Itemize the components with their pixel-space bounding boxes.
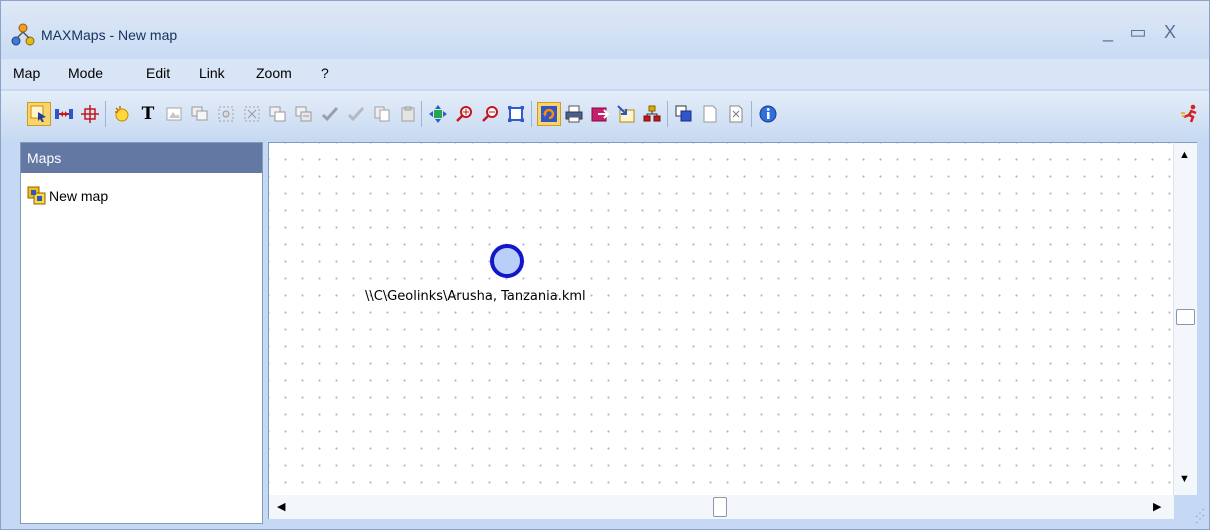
menu-mode[interactable]: Mode <box>68 65 103 81</box>
menu-zoom[interactable]: Zoom <box>256 65 292 81</box>
horizontal-scroll-thumb[interactable] <box>713 497 727 517</box>
move-mode-icon[interactable] <box>79 103 101 125</box>
map-node-circle[interactable] <box>490 244 524 278</box>
toolbar-separator <box>105 101 106 127</box>
menu-bar <box>1 59 1209 89</box>
new-node-icon[interactable] <box>111 103 133 125</box>
zoom-out-icon[interactable] <box>479 103 501 125</box>
app-logo-icon <box>11 23 35 46</box>
maps-panel: Maps New map <box>20 142 263 524</box>
select-area-icon[interactable] <box>241 103 263 125</box>
text-icon[interactable]: T <box>137 103 159 125</box>
maps-panel-header: Maps <box>21 143 262 173</box>
close-page-icon[interactable] <box>725 103 747 125</box>
check-icon[interactable] <box>319 103 341 125</box>
tree-item-new-map[interactable]: New map <box>27 186 108 206</box>
toolbar-separator <box>421 101 422 127</box>
select-all-icon[interactable] <box>215 103 237 125</box>
map-icon <box>27 186 46 205</box>
map-node-label[interactable]: \\C\Geolinks\Arusha, Tanzania.kml <box>365 289 586 304</box>
toolbar-separator <box>531 101 532 127</box>
tree-item-label: New map <box>49 188 109 204</box>
map-canvas[interactable]: \\C\Geolinks\Arusha, Tanzania.kml <box>268 142 1173 495</box>
close-button[interactable]: X <box>1158 21 1182 43</box>
paste-icon[interactable] <box>397 103 419 125</box>
hierarchy-icon[interactable] <box>641 103 663 125</box>
bring-front-icon[interactable] <box>673 103 695 125</box>
refresh-icon[interactable] <box>537 102 561 126</box>
copy-icon[interactable] <box>371 103 393 125</box>
vertical-scrollbar[interactable]: ▲ ▼ <box>1173 142 1197 495</box>
fit-to-window-icon[interactable] <box>427 103 449 125</box>
scroll-right-arrow[interactable]: ▶ <box>1153 500 1161 513</box>
resize-grip-icon[interactable]: ⋰ ⋰ <box>1195 509 1205 525</box>
scroll-left-arrow[interactable]: ◀ <box>277 500 285 513</box>
scroll-down-arrow[interactable]: ▼ <box>1179 473 1190 485</box>
app-window: MAXMaps - New map _ ▭ X Map Mode Edit Li… <box>0 0 1210 530</box>
actual-size-icon[interactable] <box>505 103 527 125</box>
scroll-up-arrow[interactable]: ▲ <box>1179 149 1190 161</box>
export-icon[interactable] <box>589 103 611 125</box>
minimize-button[interactable]: _ <box>1096 21 1120 43</box>
run-icon[interactable] <box>1179 103 1201 125</box>
import-icon[interactable] <box>615 103 637 125</box>
select-mode-icon[interactable] <box>27 102 51 126</box>
toolbar-separator <box>667 101 668 127</box>
blank-page-icon[interactable] <box>699 103 721 125</box>
menu-edit[interactable]: Edit <box>146 65 170 81</box>
title-bar: MAXMaps - New map _ ▭ X <box>1 1 1209 59</box>
vertical-scroll-thumb[interactable] <box>1176 309 1195 325</box>
print-icon[interactable] <box>563 103 585 125</box>
info-icon[interactable] <box>757 103 779 125</box>
group-icon[interactable] <box>189 103 211 125</box>
copy-node-icon[interactable] <box>267 103 289 125</box>
toolbar-separator <box>751 101 752 127</box>
window-title: MAXMaps - New map <box>41 27 178 43</box>
menu-link[interactable]: Link <box>199 65 225 81</box>
menu-help[interactable]: ? <box>321 65 329 81</box>
paste-node-icon[interactable] <box>293 103 315 125</box>
image-icon[interactable] <box>163 103 185 125</box>
link-mode-icon[interactable] <box>53 103 75 125</box>
maximize-button[interactable]: ▭ <box>1126 21 1150 43</box>
horizontal-scrollbar[interactable]: ◀ ▶ <box>268 495 1174 519</box>
menu-map[interactable]: Map <box>13 65 40 81</box>
zoom-in-icon[interactable] <box>453 103 475 125</box>
validate-icon[interactable] <box>345 103 367 125</box>
